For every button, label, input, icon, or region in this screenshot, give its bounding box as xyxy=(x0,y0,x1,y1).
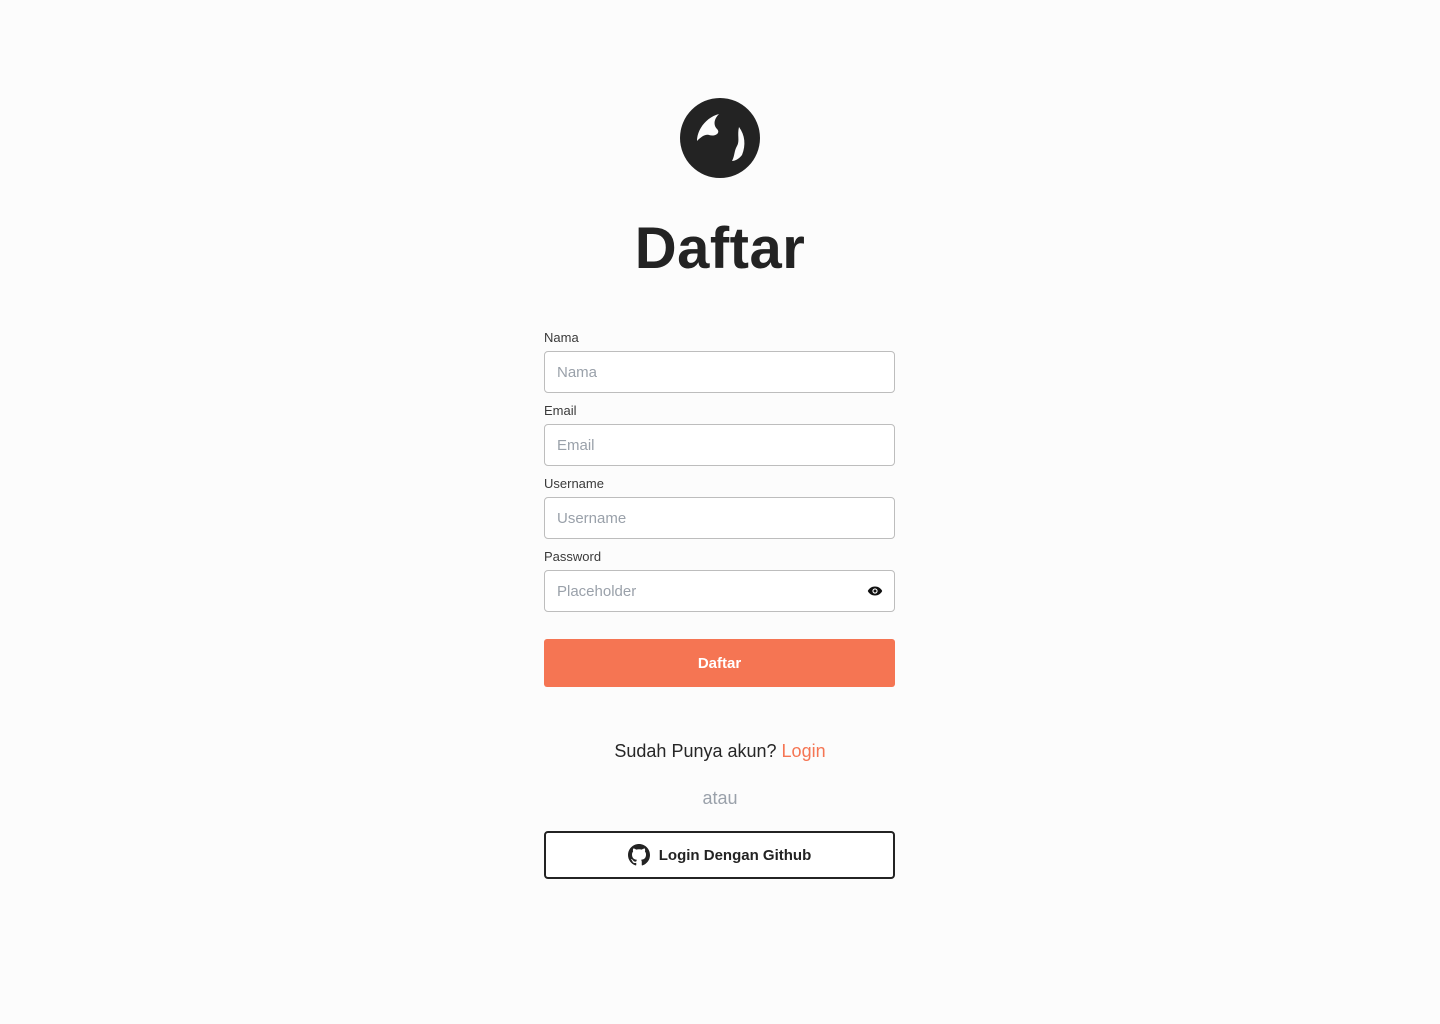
password-input[interactable] xyxy=(544,570,895,612)
eye-icon[interactable] xyxy=(867,584,883,598)
name-field-group: Nama xyxy=(544,330,895,393)
page-title: Daftar xyxy=(634,216,806,281)
email-field-group: Email xyxy=(544,403,895,466)
email-input[interactable] xyxy=(544,424,895,466)
name-label: Nama xyxy=(544,330,579,345)
register-form: Nama Email Username Password xyxy=(544,330,895,622)
login-link[interactable]: Login xyxy=(782,741,826,761)
username-input[interactable] xyxy=(544,497,895,539)
register-button[interactable]: Daftar xyxy=(544,639,895,687)
have-account-row: Sudah Punya akun? Login xyxy=(0,739,1440,763)
github-login-label: Login Dengan Github xyxy=(658,846,812,864)
username-label: Username xyxy=(544,476,604,491)
register-page: Daftar Nama Email Username Password xyxy=(0,0,1440,1024)
have-account-text: Sudah Punya akun? xyxy=(614,741,777,761)
github-icon xyxy=(627,844,650,866)
globe-icon xyxy=(679,97,761,179)
name-input[interactable] xyxy=(544,351,895,393)
password-label: Password xyxy=(544,549,602,564)
or-separator: atau xyxy=(702,788,738,808)
username-field-group: Username xyxy=(544,476,895,539)
email-label: Email xyxy=(544,403,577,418)
password-field-group: Password xyxy=(544,549,895,612)
github-login-button[interactable]: Login Dengan Github xyxy=(544,831,895,879)
